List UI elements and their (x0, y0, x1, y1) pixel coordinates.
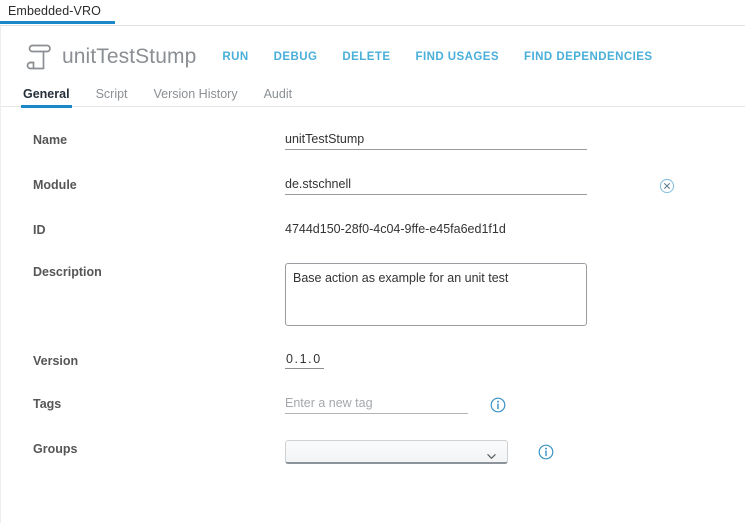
tab-general-label: General (23, 87, 70, 101)
description-textarea[interactable] (285, 263, 587, 326)
id-label: ID (33, 223, 46, 237)
tags-label: Tags (33, 397, 62, 411)
tab-general[interactable]: General (21, 87, 72, 108)
tab-audit-label: Audit (263, 87, 293, 101)
app-tab-label: Embedded-VRO (8, 4, 101, 18)
tab-version-history[interactable]: Version History (154, 87, 238, 106)
tab-audit[interactable]: Audit (264, 87, 293, 106)
tab-script[interactable]: Script (96, 87, 128, 106)
module-label: Module (33, 178, 77, 192)
form-row-id: ID 4744d150-28f0-4c04-9ffe-e45fa6ed1f1d (1, 221, 745, 237)
version-label: Version (33, 354, 79, 368)
chevron-down-icon (487, 448, 496, 459)
form-row-name: Name (1, 131, 745, 150)
delete-action[interactable]: DELETE (342, 51, 390, 63)
debug-action[interactable]: DEBUG (274, 51, 318, 63)
form-row-version: Version 0.1.0 (1, 352, 745, 369)
groups-label: Groups (33, 442, 78, 456)
form-row-module: Module (1, 176, 745, 195)
name-label: Name (33, 133, 68, 147)
scroll-icon (23, 41, 53, 73)
module-input[interactable] (285, 176, 587, 195)
form-row-groups: Groups (1, 440, 745, 464)
id-value: 4744d150-28f0-4c04-9ffe-e45fa6ed1f1d (285, 222, 506, 236)
tags-input[interactable] (285, 395, 468, 414)
info-circle-icon[interactable] (538, 444, 554, 460)
tab-script-label: Script (95, 87, 128, 101)
run-action[interactable]: RUN (222, 51, 248, 63)
description-label: Description (33, 265, 102, 279)
find-usages-action[interactable]: FIND USAGES (416, 51, 500, 63)
form-row-tags: Tags (1, 395, 745, 414)
app-tab-embedded-vro[interactable]: Embedded-VRO (0, 0, 115, 24)
card-header: unitTestStump RUN DEBUG DELETE FIND USAG… (1, 26, 745, 70)
general-form: Name Module ID 4744d150-28f0- (1, 107, 745, 464)
action-detail-card: unitTestStump RUN DEBUG DELETE FIND USAG… (0, 26, 745, 523)
form-row-description: Description (1, 263, 745, 326)
header-actions: RUN DEBUG DELETE FIND USAGES FIND DEPEND… (222, 51, 652, 63)
name-input[interactable] (285, 131, 587, 150)
clear-circle-icon[interactable] (659, 178, 675, 194)
tab-version-history-label: Version History (153, 87, 238, 101)
tab-bar: General Script Version History Audit (1, 79, 745, 108)
page-title: unitTestStump (62, 45, 197, 68)
app-tabstrip: Embedded-VRO (0, 0, 745, 26)
info-circle-icon[interactable] (490, 397, 506, 413)
find-dependencies-action[interactable]: FIND DEPENDENCIES (524, 51, 652, 63)
groups-select[interactable] (285, 440, 508, 464)
version-value[interactable]: 0.1.0 (285, 352, 324, 369)
